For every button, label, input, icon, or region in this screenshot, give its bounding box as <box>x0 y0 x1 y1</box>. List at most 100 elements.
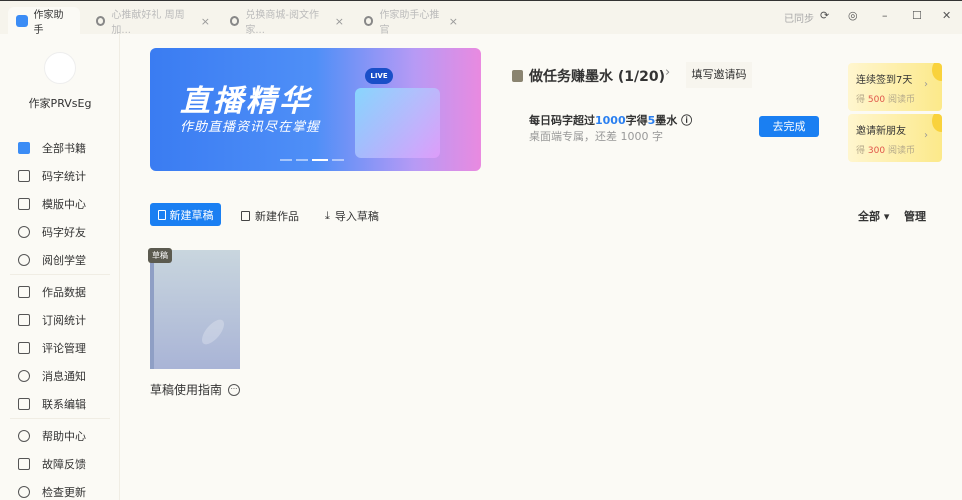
minimize-button[interactable]: – <box>882 9 888 22</box>
nav-label: 帮助中心 <box>42 430 86 443</box>
new-draft-icon <box>157 209 166 220</box>
tab-recommender[interactable]: 作家助手心推官 × <box>356 7 466 36</box>
globe-icon <box>230 16 240 26</box>
book-cover[interactable] <box>150 250 240 369</box>
divider <box>10 274 110 275</box>
title-bar: 作家助手 心推献好礼 周周加... × 兑换商城-阅文作家... × 作家助手心推官… <box>0 0 962 36</box>
book-icon <box>18 142 30 154</box>
sidebar-item-academy[interactable]: 阅创学堂 <box>18 252 86 268</box>
task-title[interactable]: 做任务赚墨水 (1/20) <box>512 66 665 86</box>
sidebar-item-work-data[interactable]: 作品数据 <box>18 284 86 300</box>
document-icon <box>241 211 250 221</box>
tab-shop[interactable]: 兑换商城-阅文作家... × <box>222 7 352 36</box>
new-draft-button[interactable]: 新建草稿 <box>150 203 221 226</box>
tab-writer-assistant[interactable]: 作家助手 <box>8 7 80 36</box>
go-complete-button[interactable]: 去完成 <box>759 116 819 137</box>
draft-badge: 草稿 <box>148 248 172 263</box>
book-item[interactable]: 草稿使用指南 ··· <box>150 381 241 398</box>
sidebar-item-friends[interactable]: 码字好友 <box>18 224 86 240</box>
promo-checkin[interactable]: 连续签到7天得 500 阅读币 › <box>848 63 942 111</box>
close-tab-icon[interactable]: × <box>201 15 210 28</box>
users-icon <box>18 226 30 238</box>
sidebar-item-all-books[interactable]: 全部书籍 <box>18 140 86 156</box>
book-title[interactable]: 草稿使用指南 <box>150 381 222 398</box>
task-description: 每日码字超过1000字得5墨水 ⓘ <box>529 114 693 127</box>
feedback-icon <box>18 458 30 470</box>
sidebar-item-notifications[interactable]: 消息通知 <box>18 368 86 384</box>
nav-label: 消息通知 <box>42 370 86 383</box>
tab-label: 兑换商城-阅文作家... <box>245 10 319 36</box>
carousel-dots[interactable] <box>280 159 344 161</box>
help-icon <box>18 430 30 442</box>
sidebar-item-check-update[interactable]: 检查更新 <box>18 484 86 500</box>
promo-reward: 得 300 阅读币 <box>856 146 915 156</box>
nav-label: 联系编辑 <box>42 398 86 411</box>
manage-button[interactable]: 管理 <box>904 208 926 224</box>
invite-code-button[interactable]: 填写邀请码 <box>686 62 752 88</box>
live-banner[interactable]: 直播精华 作助直播资讯尽在掌握 LIVE <box>150 48 481 171</box>
bar-chart-icon <box>18 286 30 298</box>
maximize-button[interactable]: ☐ <box>912 9 922 22</box>
chevron-right-icon: › <box>924 130 928 141</box>
mail-icon <box>18 398 30 410</box>
promo-title: 连续签到7天 <box>856 75 913 86</box>
nav-label: 故障反馈 <box>42 458 86 471</box>
sidebar-item-templates[interactable]: 模版中心 <box>18 196 86 212</box>
nav-label: 码字好友 <box>42 226 86 239</box>
button-label: 导入草稿 <box>334 210 379 223</box>
button-label: 新建草稿 <box>169 208 214 222</box>
tab-label: 作家助手心推官 <box>379 10 440 36</box>
new-work-button[interactable]: 新建作品 <box>241 208 299 224</box>
comment-icon <box>18 342 30 354</box>
button-label: 新建作品 <box>255 210 299 223</box>
live-badge: LIVE <box>365 68 393 84</box>
more-options-icon[interactable]: ··· <box>228 383 241 396</box>
bell-icon <box>18 370 30 382</box>
sidebar-item-word-stats[interactable]: 码字统计 <box>18 168 86 184</box>
sync-status: 已同步 <box>784 14 814 25</box>
info-icon <box>18 486 30 498</box>
sidebar-item-subscriptions[interactable]: 订阅统计 <box>18 312 86 328</box>
nav-label: 全部书籍 <box>42 142 86 155</box>
sidebar-item-comments[interactable]: 评论管理 <box>18 340 86 356</box>
sidebar: 作家PRVsEg 全部书籍 码字统计 模版中心 码字好友 阅创学堂 作品数据 订… <box>0 34 120 500</box>
nav-label: 评论管理 <box>42 342 86 355</box>
settings-icon[interactable]: ◎ <box>848 9 858 22</box>
bar-chart-icon <box>18 170 30 182</box>
nav-label: 订阅统计 <box>42 314 86 327</box>
avatar[interactable] <box>44 52 76 84</box>
grid-icon <box>18 198 30 210</box>
nav-label: 阅创学堂 <box>42 254 86 267</box>
banner-subtitle: 作助直播资讯尽在掌握 <box>180 120 321 135</box>
promo-title: 邀请新朋友 <box>856 126 906 137</box>
filter-dropdown[interactable]: 全部 ▾ <box>858 208 889 224</box>
nav-label: 检查更新 <box>42 486 86 499</box>
globe-icon <box>96 16 106 26</box>
clipboard-icon <box>512 70 523 82</box>
chevron-right-icon[interactable]: › <box>665 65 670 80</box>
close-tab-icon[interactable]: × <box>449 15 458 28</box>
nav-label: 作品数据 <box>42 286 86 299</box>
nav-label: 码字统计 <box>42 170 86 183</box>
chevron-right-icon: › <box>924 79 928 90</box>
close-window-button[interactable]: ✕ <box>942 9 951 22</box>
task-progress: 桌面端专属，还差 1000 字 <box>529 130 663 143</box>
download-icon: ⤓ <box>325 209 330 222</box>
tab-promo[interactable]: 心推献好礼 周周加... × <box>88 7 218 36</box>
tab-label: 心推献好礼 周周加... <box>111 10 185 36</box>
divider <box>10 418 110 419</box>
promo-reward: 得 500 阅读币 <box>856 95 915 105</box>
sidebar-item-feedback[interactable]: 故障反馈 <box>18 456 86 472</box>
promo-invite[interactable]: 邀请新朋友得 300 阅读币 › <box>848 114 942 162</box>
username: 作家PRVsEg <box>28 97 92 110</box>
nav-label: 模版中心 <box>42 198 86 211</box>
close-tab-icon[interactable]: × <box>335 15 344 28</box>
banner-title: 直播精华 <box>180 84 312 119</box>
sidebar-item-contact-editor[interactable]: 联系编辑 <box>18 396 86 412</box>
refresh-icon[interactable]: ⟳ <box>820 9 829 22</box>
task-title-text: 做任务赚墨水 (1/20) <box>529 69 666 85</box>
sidebar-item-help[interactable]: 帮助中心 <box>18 428 86 444</box>
import-draft-button[interactable]: ⤓ 导入草稿 <box>325 208 379 224</box>
app-icon <box>16 15 28 27</box>
tab-label: 作家助手 <box>33 10 64 36</box>
